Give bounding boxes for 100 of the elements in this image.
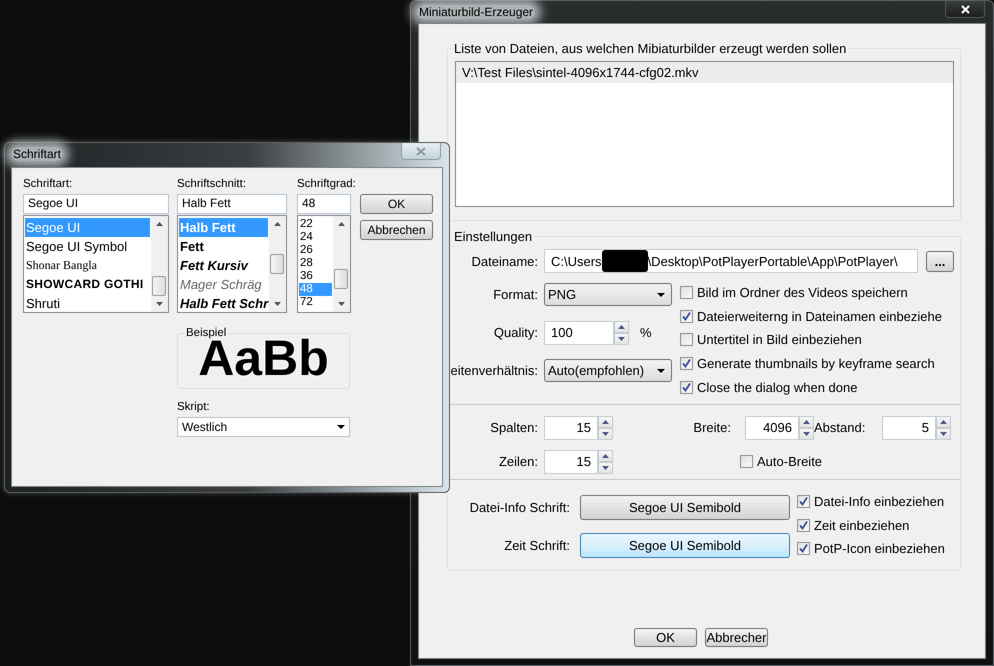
width-field[interactable]: 4096 [745,416,799,440]
checkbox-label: Untertitel in Bild einbeziehen [697,332,862,348]
scroll-up-icon[interactable] [156,222,163,226]
font-size-item[interactable]: 24 [299,231,332,244]
checkbox[interactable] [680,286,693,300]
script-dropdown[interactable]: Westlich [177,417,350,437]
font-size-item[interactable]: 26 [299,244,332,257]
font-list-item[interactable]: Shonar Bangla [25,256,150,275]
rows-field[interactable]: 15 [544,450,598,474]
scroll-down-icon[interactable] [338,302,345,306]
field-label: Datei-Info Schrift: [468,500,570,515]
spin-down-button[interactable] [598,428,613,440]
checkbox[interactable] [680,333,693,346]
close-icon [416,146,426,156]
field-label: Format: [492,287,538,302]
close-icon [960,4,970,14]
font-list-item[interactable]: Shruti [25,294,150,313]
caret-icon [657,368,665,372]
field-label: Skript: [177,401,211,415]
browse-button[interactable]: ... [926,250,954,272]
checkbox[interactable] [680,357,693,370]
scrollbar[interactable] [333,216,350,312]
window-title: Miniaturbild-Erzeuger [417,4,536,18]
file-list-item[interactable]: V:\Test Files\sintel-4096x1744-cfg02.mkv [456,62,953,83]
checkbox[interactable] [797,518,810,532]
font-size-item[interactable]: 22 [299,218,332,231]
group-label: Beispiel [185,327,226,339]
up-arrow-icon [602,420,609,424]
font-button[interactable]: Segoe UI Semibold [580,494,790,520]
dialog-button[interactable]: Abbrecher [705,628,768,647]
close-button[interactable] [945,1,985,18]
font-size-item[interactable]: 28 [299,257,332,270]
checkbox[interactable] [797,542,810,556]
filename-field[interactable]: C:\Users \Desktop\PotPlayerPortable\App\PotPlayer\ [544,249,918,273]
field-label: Spalten: [489,420,538,436]
field-label: Schriftart: [23,178,74,192]
checkbox-label: Dateierweiterng in Dateinamen einbeziehe [697,308,942,324]
up-arrow-icon [803,420,810,424]
unit-label: % [640,325,652,340]
font-style-item[interactable]: Fett Kursiv [179,256,268,275]
spin-up-button[interactable] [598,450,613,462]
field-label: Dateiname: [470,254,538,268]
spin-up-button[interactable] [614,320,629,332]
font-button[interactable]: Segoe UI Semibold [580,532,790,558]
spin-down-button[interactable] [936,428,951,440]
checkbox-label: PotP-Icon einbeziehen [814,541,945,556]
quality-field[interactable]: 100 [544,320,614,344]
font-size-item[interactable]: 36 [299,270,332,283]
field-label: Abstand: [813,420,866,436]
scroll-up-icon[interactable] [274,222,281,226]
down-arrow-icon [618,336,625,340]
caret-icon [337,425,345,429]
aspect-ratio-dropdown[interactable]: Auto(empfohlen) [544,359,672,382]
columns-field[interactable]: 15 [544,416,598,440]
font-name-field[interactable]: Segoe UI [23,194,169,214]
field-text: C:\Users [551,254,602,268]
spin-down-button[interactable] [598,462,613,474]
field-label: Breite: [692,420,732,436]
scroll-down-icon[interactable] [274,302,281,306]
scroll-up-icon[interactable] [338,222,345,226]
spacing-field[interactable]: 5 [882,416,936,440]
font-size-field[interactable]: 48 [297,194,351,214]
scrollbar[interactable] [151,216,168,312]
spin-up-button[interactable] [936,416,951,428]
checkbox-label: Zeit einbeziehen [814,518,910,533]
scroll-down-icon[interactable] [156,302,163,306]
font-style-item[interactable]: Fett [179,237,268,256]
font-list-item[interactable]: Segoe UI Symbol [25,237,150,256]
scroll-thumb[interactable] [334,268,348,289]
checkbox-label: Bild im Ordner des Videos speichern [697,285,908,300]
caret-icon [657,292,665,296]
checkbox[interactable] [797,495,810,508]
dialog-button[interactable]: OK [360,194,433,214]
checkbox[interactable] [680,380,693,394]
scroll-thumb[interactable] [270,254,284,274]
scrollbar[interactable] [269,216,286,312]
font-list-item[interactable]: SHOWCARD GOTHI [25,275,150,294]
checkbox[interactable] [740,455,753,468]
field-label: Quality: [492,325,538,340]
spin-up-button[interactable] [799,416,814,428]
window-title: Schriftart [11,146,64,160]
format-dropdown[interactable]: PNG [544,283,672,306]
font-style-item[interactable]: Halb Fett Schr [179,294,268,313]
field-label: eitenverhältnis: [450,363,538,378]
down-arrow-icon [940,432,947,436]
spin-down-button[interactable] [614,332,629,344]
spin-down-button[interactable] [799,428,814,440]
dialog-button[interactable]: OK [634,628,697,647]
font-style-item[interactable]: Mager Schräg [179,275,268,294]
up-arrow-icon [602,454,609,458]
checkbox[interactable] [680,310,693,323]
scroll-thumb[interactable] [152,276,166,296]
font-size-item[interactable]: 72 [299,296,332,309]
spin-up-button[interactable] [598,416,613,428]
down-arrow-icon [803,432,810,436]
field-label: Schriftschnitt: [177,178,248,192]
dialog-button[interactable]: Abbrechen [360,220,433,240]
font-style-field[interactable]: Halb Fett [177,194,287,214]
field-label: Zeit Schrift: [503,538,570,553]
down-arrow-icon [602,466,609,470]
